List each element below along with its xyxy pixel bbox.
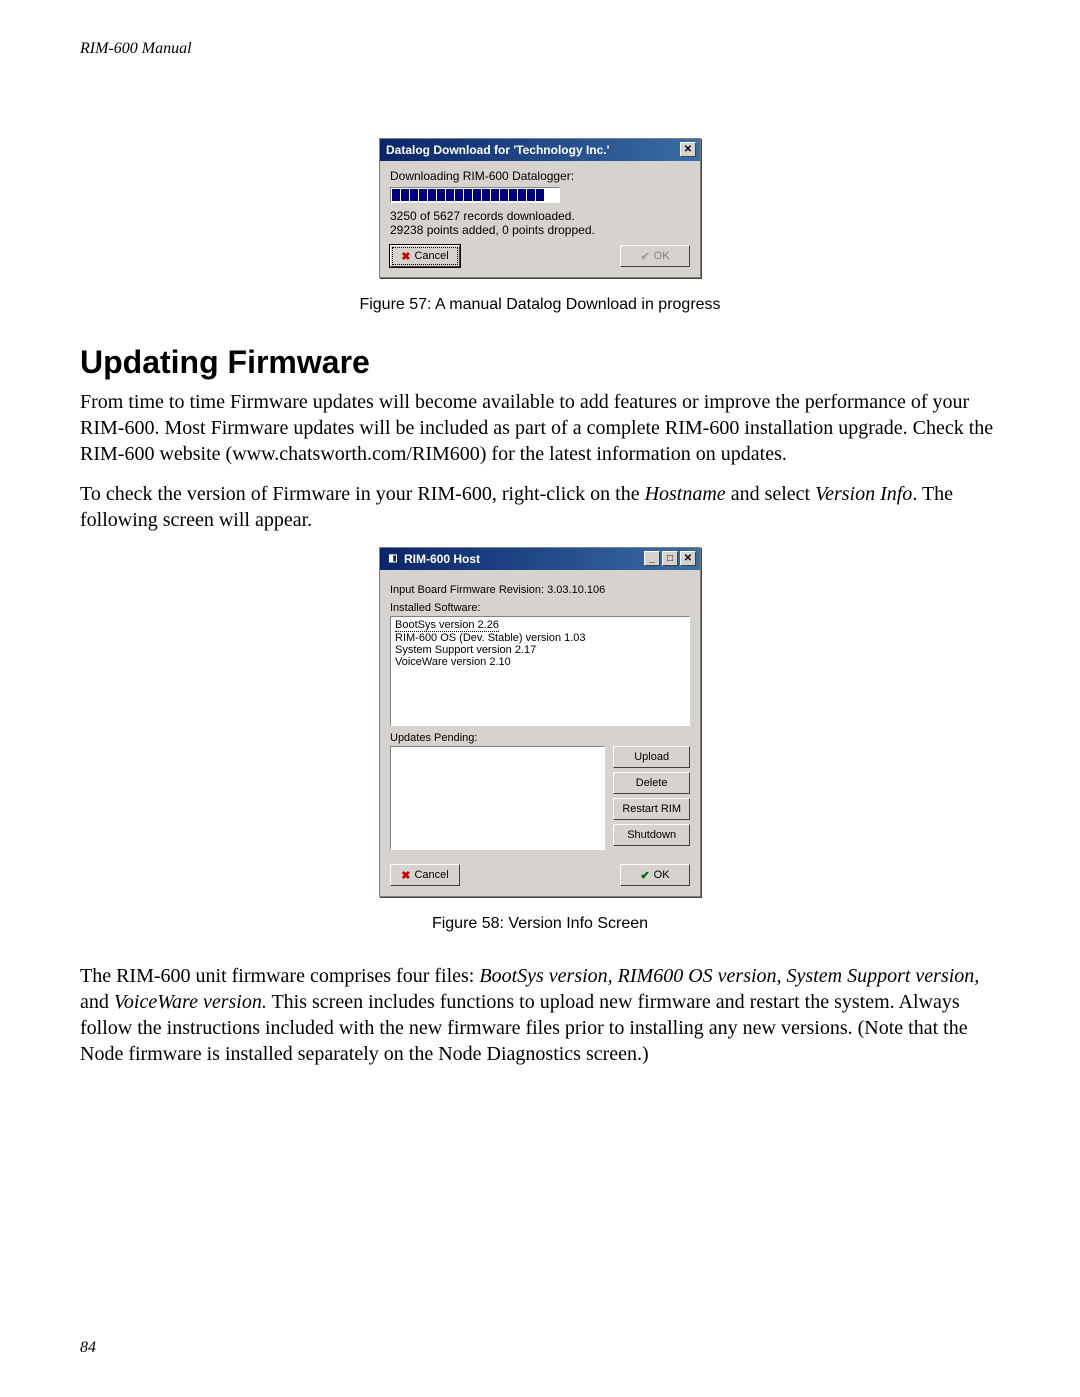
figure-caption-58: Figure 58: Version Info Screen	[80, 915, 1000, 933]
para2-a: To check the version of Firmware in your…	[80, 483, 645, 505]
status-line-2: 3250 of 5627 records downloaded.	[390, 209, 690, 223]
paragraph-2: To check the version of Firmware in your…	[80, 481, 1000, 533]
progress-segment	[500, 189, 508, 201]
dialog-title-bar: ◧ RIM-600 Host _ □ ✕	[380, 548, 700, 570]
cancel-button[interactable]: ✖ Cancel	[390, 864, 460, 886]
para3-i2: VoiceWare version.	[114, 991, 267, 1013]
ok-button-label: OK	[654, 250, 670, 262]
progress-segment	[536, 189, 544, 201]
dialog-title-bar: Datalog Download for 'Technology Inc.' ✕	[380, 139, 700, 161]
progress-segment	[473, 189, 481, 201]
progress-segment	[491, 189, 499, 201]
dialog-title: RIM-600 Host	[404, 552, 480, 566]
para3-i1: BootSys version, RIM600 OS version, Syst…	[479, 965, 979, 987]
hostname-italic: Hostname	[645, 483, 726, 505]
status-line-3: 29238 points added, 0 points dropped.	[390, 223, 690, 237]
list-item[interactable]: System Support version 2.17	[395, 644, 685, 656]
x-icon: ✖	[401, 869, 410, 882]
button-row: ✖ Cancel ✔ OK	[390, 245, 690, 267]
minimize-icon[interactable]: _	[644, 551, 660, 566]
updates-pending-label: Updates Pending:	[390, 732, 690, 744]
progress-segment	[482, 189, 490, 201]
list-item[interactable]: RIM-600 OS (Dev. Stable) version 1.03	[395, 632, 685, 644]
delete-label: Delete	[636, 777, 668, 789]
restart-button[interactable]: Restart RIM	[613, 798, 690, 820]
firmware-revision-label: Input Board Firmware Revision: 3.03.10.1…	[390, 584, 690, 596]
delete-button[interactable]: Delete	[613, 772, 690, 794]
progress-segment	[410, 189, 418, 201]
para3-a: The RIM-600 unit firmware comprises four…	[80, 965, 479, 987]
progress-segment	[464, 189, 472, 201]
shutdown-label: Shutdown	[627, 829, 676, 841]
para1-b: Most Firmware updates will be included a…	[80, 417, 993, 465]
shutdown-button[interactable]: Shutdown	[613, 824, 690, 846]
status-line-1: Downloading RIM-600 Datalogger:	[390, 169, 690, 183]
upload-label: Upload	[634, 751, 669, 763]
version-info-italic: Version Info	[815, 483, 912, 505]
button-row: ✖ Cancel ✔ OK	[390, 864, 690, 886]
para2-b: and select	[726, 483, 815, 505]
page-number: 84	[80, 1339, 96, 1357]
dialog-body: Input Board Firmware Revision: 3.03.10.1…	[380, 570, 700, 896]
maximize-icon[interactable]: □	[662, 551, 678, 566]
upload-button[interactable]: Upload	[613, 746, 690, 768]
pending-row: Upload Delete Restart RIM Shutdown	[390, 746, 690, 850]
progress-segment	[437, 189, 445, 201]
progress-segment	[401, 189, 409, 201]
ok-button[interactable]: ✔ OK	[620, 864, 690, 886]
ok-button[interactable]: ✔ OK	[620, 245, 690, 267]
paragraph-3: The RIM-600 unit firmware comprises four…	[80, 963, 1000, 1067]
progress-segment	[419, 189, 427, 201]
progress-segment	[392, 189, 400, 201]
side-buttons: Upload Delete Restart RIM Shutdown	[613, 746, 690, 846]
check-icon: ✔	[640, 869, 649, 882]
page: RIM-600 Manual Datalog Download for 'Tec…	[0, 0, 1080, 1397]
progress-bar	[390, 187, 560, 203]
close-icon[interactable]: ✕	[680, 551, 696, 566]
para3-b: and	[80, 991, 114, 1013]
progress-segment	[446, 189, 454, 201]
check-icon: ✔	[640, 250, 649, 263]
restart-label: Restart RIM	[622, 803, 681, 815]
figure-caption-57: Figure 57: A manual Datalog Download in …	[80, 296, 1000, 314]
installed-software-label: Installed Software:	[390, 602, 690, 614]
dialog-body: Downloading RIM-600 Datalogger:	[380, 161, 700, 277]
progress-segment	[509, 189, 517, 201]
progress-segment	[518, 189, 526, 201]
cancel-button-label: Cancel	[414, 250, 448, 262]
ok-label: OK	[654, 869, 670, 881]
paragraph-1: From time to time Firmware updates will …	[80, 389, 1000, 467]
installed-software-listbox[interactable]: BootSys version 2.26 RIM-600 OS (Dev. St…	[390, 616, 690, 726]
datalog-download-dialog: Datalog Download for 'Technology Inc.' ✕…	[379, 138, 701, 278]
dialog-title: Datalog Download for 'Technology Inc.'	[386, 143, 610, 157]
close-icon[interactable]: ✕	[680, 142, 696, 157]
window-controls: _ □ ✕	[644, 551, 696, 566]
version-info-dialog: ◧ RIM-600 Host _ □ ✕ Input Board Firmwar…	[379, 547, 701, 897]
list-item[interactable]: VoiceWare version 2.10	[395, 656, 685, 668]
progress-segment	[527, 189, 535, 201]
cancel-button[interactable]: ✖ Cancel	[390, 245, 460, 267]
progress-segment	[428, 189, 436, 201]
progress-segment	[455, 189, 463, 201]
x-icon: ✖	[401, 250, 410, 263]
app-icon: ◧	[386, 552, 400, 566]
cancel-label: Cancel	[414, 869, 448, 881]
window-controls: ✕	[680, 142, 696, 157]
heading-updating-firmware: Updating Firmware	[80, 344, 1000, 381]
running-head: RIM-600 Manual	[80, 40, 1000, 58]
updates-pending-listbox[interactable]	[390, 746, 605, 850]
list-item[interactable]: BootSys version 2.26	[395, 619, 499, 632]
